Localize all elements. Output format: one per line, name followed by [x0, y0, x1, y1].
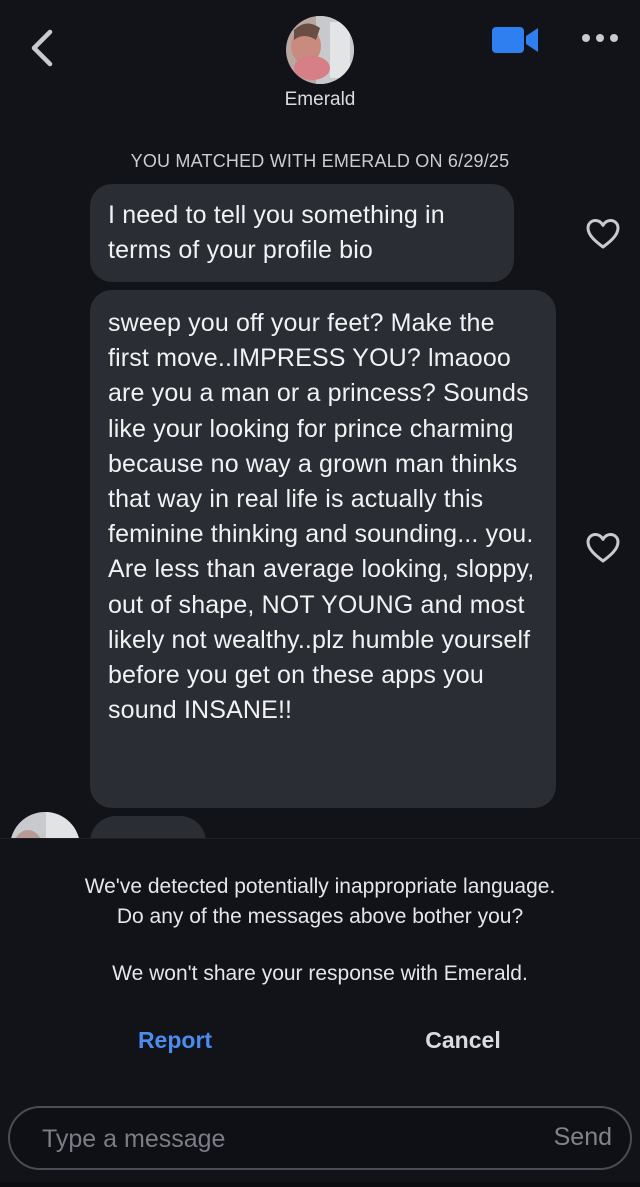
moderation-sheet: We've detected potentially inappropriate…: [0, 838, 640, 1098]
avatar-photo: [286, 16, 354, 84]
chat-header: Emerald: [0, 0, 640, 130]
like-message-button[interactable]: [585, 218, 621, 250]
message-bubble[interactable]: sweep you off your feet? Make the first …: [90, 290, 556, 808]
match-banner: YOU MATCHED WITH EMERALD ON 6/29/25: [130, 151, 510, 171]
contact-avatar[interactable]: [286, 16, 354, 84]
contact-name[interactable]: Emerald: [0, 89, 640, 111]
heart-icon: [586, 219, 620, 249]
chat-screen: Emerald YOU MATCHED WITH EMERALD ON 6/29…: [0, 0, 640, 1187]
message-bubble[interactable]: I need to tell you something in terms of…: [90, 184, 514, 282]
more-options-button[interactable]: [580, 30, 620, 46]
moderation-message: We've detected potentially inappropriate…: [84, 875, 556, 898]
video-camera-icon: [492, 27, 538, 53]
chevron-left-icon: [31, 29, 53, 67]
home-indicator: [0, 1182, 640, 1187]
video-call-button[interactable]: [490, 24, 542, 56]
message-composer: Send: [8, 1106, 632, 1170]
back-button[interactable]: [20, 24, 64, 72]
more-horizontal-icon: [582, 34, 618, 42]
moderation-question: Do any of the messages above bother you?: [116, 905, 524, 928]
cancel-button[interactable]: Cancel: [363, 1027, 563, 1054]
send-button[interactable]: Send: [554, 1123, 612, 1152]
report-button[interactable]: Report: [75, 1027, 275, 1054]
heart-icon: [586, 533, 620, 563]
privacy-note: We won't share your response with Emeral…: [112, 962, 528, 985]
message-input[interactable]: [42, 1120, 512, 1158]
like-message-button[interactable]: [585, 532, 621, 564]
